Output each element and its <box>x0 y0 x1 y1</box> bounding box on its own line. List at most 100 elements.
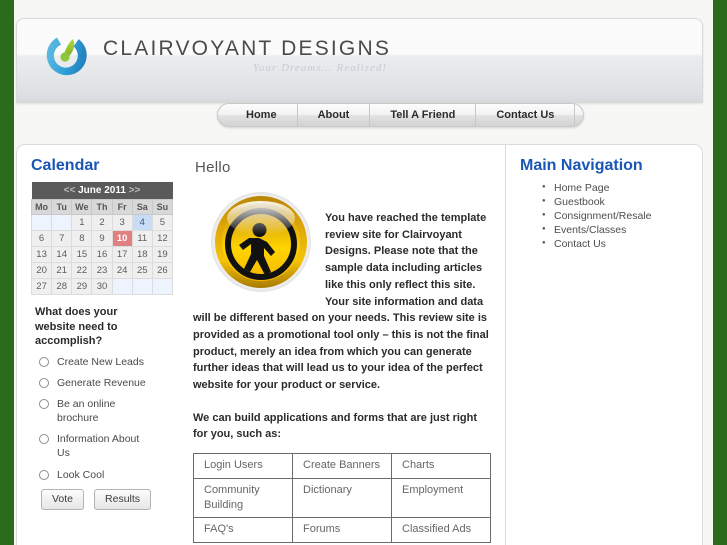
calendar-dow-th: Th <box>91 199 113 215</box>
right-sidebar: Main Navigation Home PageGuestbookConsig… <box>506 145 702 545</box>
calendar-day-cell[interactable]: 16 <box>91 246 113 263</box>
main-navigation-list: Home PageGuestbookConsignment/ResaleEven… <box>520 182 692 252</box>
table-cell: Classified Ads <box>391 517 491 544</box>
poll-option-label: Information About Us <box>57 433 140 460</box>
sidebar-item-home-page[interactable]: Home Page <box>542 182 692 196</box>
page-container: CLAIRVOYANT DESIGNS Your Dreams... Reali… <box>14 0 713 545</box>
calendar-day-cell[interactable]: 2 <box>91 214 113 231</box>
calendar-day-cell[interactable]: 15 <box>71 246 93 263</box>
poll-option-label: Generate Revenue <box>57 376 146 389</box>
site-header: CLAIRVOYANT DESIGNS Your Dreams... Reali… <box>16 18 703 103</box>
main-navigation-title: Main Navigation <box>520 157 643 174</box>
table-cell: Community Building <box>193 477 293 519</box>
calendar-day-cell[interactable]: 28 <box>51 278 73 295</box>
brand-block: CLAIRVOYANT DESIGNS Your Dreams... Reali… <box>103 31 391 74</box>
brand-tagline: Your Dreams... Realized! <box>252 62 388 74</box>
sidebar-item-guestbook[interactable]: Guestbook <box>542 196 692 210</box>
sidebar-item-consignment-resale[interactable]: Consignment/Resale <box>542 210 692 224</box>
calendar-day-cell[interactable]: 13 <box>30 246 53 263</box>
main-content: Hello You have reached the template revi… <box>181 145 506 545</box>
calendar-prev-link[interactable]: << <box>64 185 76 196</box>
calendar-empty-cell <box>111 278 133 295</box>
calendar-week-row: 6 7 8 9 10 11 12 <box>30 230 174 247</box>
table-cell: Dictionary <box>292 477 392 519</box>
calendar-dow-mo: Mo <box>30 199 53 215</box>
navbar-left-cap <box>218 104 226 126</box>
applications-paragraph: We can build applications and forms that… <box>193 411 478 441</box>
sidebar-item-events-classes[interactable]: Events/Classes <box>542 224 692 238</box>
calendar-header-cell: << June 2011 >> <box>31 182 173 200</box>
nav-item-home[interactable]: Home <box>226 104 298 126</box>
nav-zone: Home About Tell A Friend Contact Us <box>16 103 703 131</box>
poll-options: Create New Leads Generate Revenue Be an on… <box>31 355 175 482</box>
calendar-day-cell[interactable]: 1 <box>71 214 93 231</box>
poll-option[interactable]: Information About Us <box>39 432 175 460</box>
left-sidebar: Calendar << June 2011 >> Mo Tu We Th Fr … <box>17 145 181 545</box>
results-button[interactable]: Results <box>94 488 152 510</box>
site-logo[interactable]: CLAIRVOYANT DESIGNS Your Dreams... Reali… <box>43 31 391 79</box>
calendar-day-cell[interactable]: 25 <box>131 262 153 279</box>
calendar-widget[interactable]: << June 2011 >> Mo Tu We Th Fr Sa Su 1 2… <box>30 182 174 295</box>
calendar-day-cell[interactable]: 23 <box>91 262 113 279</box>
calendar-dow-we: We <box>71 199 93 215</box>
calendar-dow-tu: Tu <box>51 199 73 215</box>
sidebar-item-contact-us[interactable]: Contact Us <box>542 238 692 252</box>
calendar-day-cell[interactable]: 19 <box>151 246 174 263</box>
calendar-day-cell[interactable]: 4 <box>131 214 153 231</box>
poll-radio-1[interactable] <box>39 356 49 367</box>
calendar-empty-cell <box>131 278 153 295</box>
table-cell: Login Users <box>193 452 293 479</box>
features-table: Login Users Create Banners Charts Community… <box>193 452 491 544</box>
calendar-day-cell[interactable]: 7 <box>51 230 73 247</box>
calendar-day-cell[interactable]: 22 <box>71 262 93 279</box>
calendar-day-cell[interactable]: 10 <box>111 230 133 247</box>
calendar-dow-su: Su <box>151 199 174 215</box>
brand-name: CLAIRVOYANT DESIGNS <box>103 37 392 60</box>
poll-option-label: Be an online brochure <box>57 397 116 425</box>
calendar-next-link[interactable]: >> <box>129 185 141 196</box>
calendar-day-cell[interactable]: 24 <box>111 262 133 279</box>
pedestrian-walking-icon <box>209 190 313 294</box>
calendar-week-row: 13 14 15 16 17 18 19 <box>30 246 174 263</box>
table-row: Community Building Dictionary Employment <box>193 477 491 519</box>
calendar-month-label: June 2011 <box>78 185 126 196</box>
calendar-week-row: 12345 <box>30 214 174 231</box>
poll-option[interactable]: Look Cool <box>39 468 175 482</box>
calendar-day-cell[interactable]: 30 <box>91 278 113 295</box>
calendar-day-cell[interactable]: 5 <box>151 214 174 231</box>
table-cell: Forums <box>292 517 392 544</box>
calendar-day-cell[interactable]: 8 <box>71 230 93 247</box>
swirl-leaf-logo-icon <box>43 31 91 79</box>
poll-radio-2[interactable] <box>39 377 49 388</box>
vote-button[interactable]: Vote <box>41 488 85 510</box>
poll-option[interactable]: Create New Leads <box>39 355 175 369</box>
calendar-day-cell[interactable]: 14 <box>51 246 73 263</box>
nav-item-tell-a-friend[interactable]: Tell A Friend <box>370 104 477 126</box>
calendar-day-cell[interactable]: 27 <box>30 278 53 295</box>
calendar-empty-cell <box>151 278 174 295</box>
poll-radio-5[interactable] <box>39 469 49 480</box>
calendar-day-cell[interactable]: 29 <box>71 278 93 295</box>
navbar-right-cap <box>575 104 583 126</box>
calendar-day-cell[interactable]: 17 <box>111 246 133 263</box>
calendar-day-cell[interactable]: 20 <box>30 262 53 279</box>
page-title: Hello <box>195 159 231 176</box>
poll-radio-3[interactable] <box>39 398 49 409</box>
poll-option-label: Create New Leads <box>57 355 144 368</box>
calendar-day-cell[interactable]: 9 <box>91 230 113 247</box>
nav-item-contact-us[interactable]: Contact Us <box>476 104 576 126</box>
poll-option[interactable]: Be an online brochure <box>39 397 175 425</box>
poll-radio-4[interactable] <box>39 434 49 445</box>
nav-item-about[interactable]: About <box>298 104 371 126</box>
calendar-day-cell[interactable]: 21 <box>51 262 73 279</box>
table-cell: Create Banners <box>292 452 392 479</box>
calendar-day-cell[interactable]: 6 <box>30 230 53 247</box>
poll-option[interactable]: Generate Revenue <box>39 376 175 390</box>
calendar-day-cell[interactable]: 3 <box>111 214 133 231</box>
calendar-day-cell[interactable]: 18 <box>131 246 153 263</box>
calendar-week-row: 20 21 22 23 24 25 26 <box>30 262 174 279</box>
calendar-day-cell[interactable]: 11 <box>131 230 153 247</box>
content-panel: Calendar << June 2011 >> Mo Tu We Th Fr … <box>16 144 703 545</box>
calendar-day-cell[interactable]: 26 <box>151 262 174 279</box>
calendar-day-cell[interactable]: 12 <box>151 230 174 247</box>
